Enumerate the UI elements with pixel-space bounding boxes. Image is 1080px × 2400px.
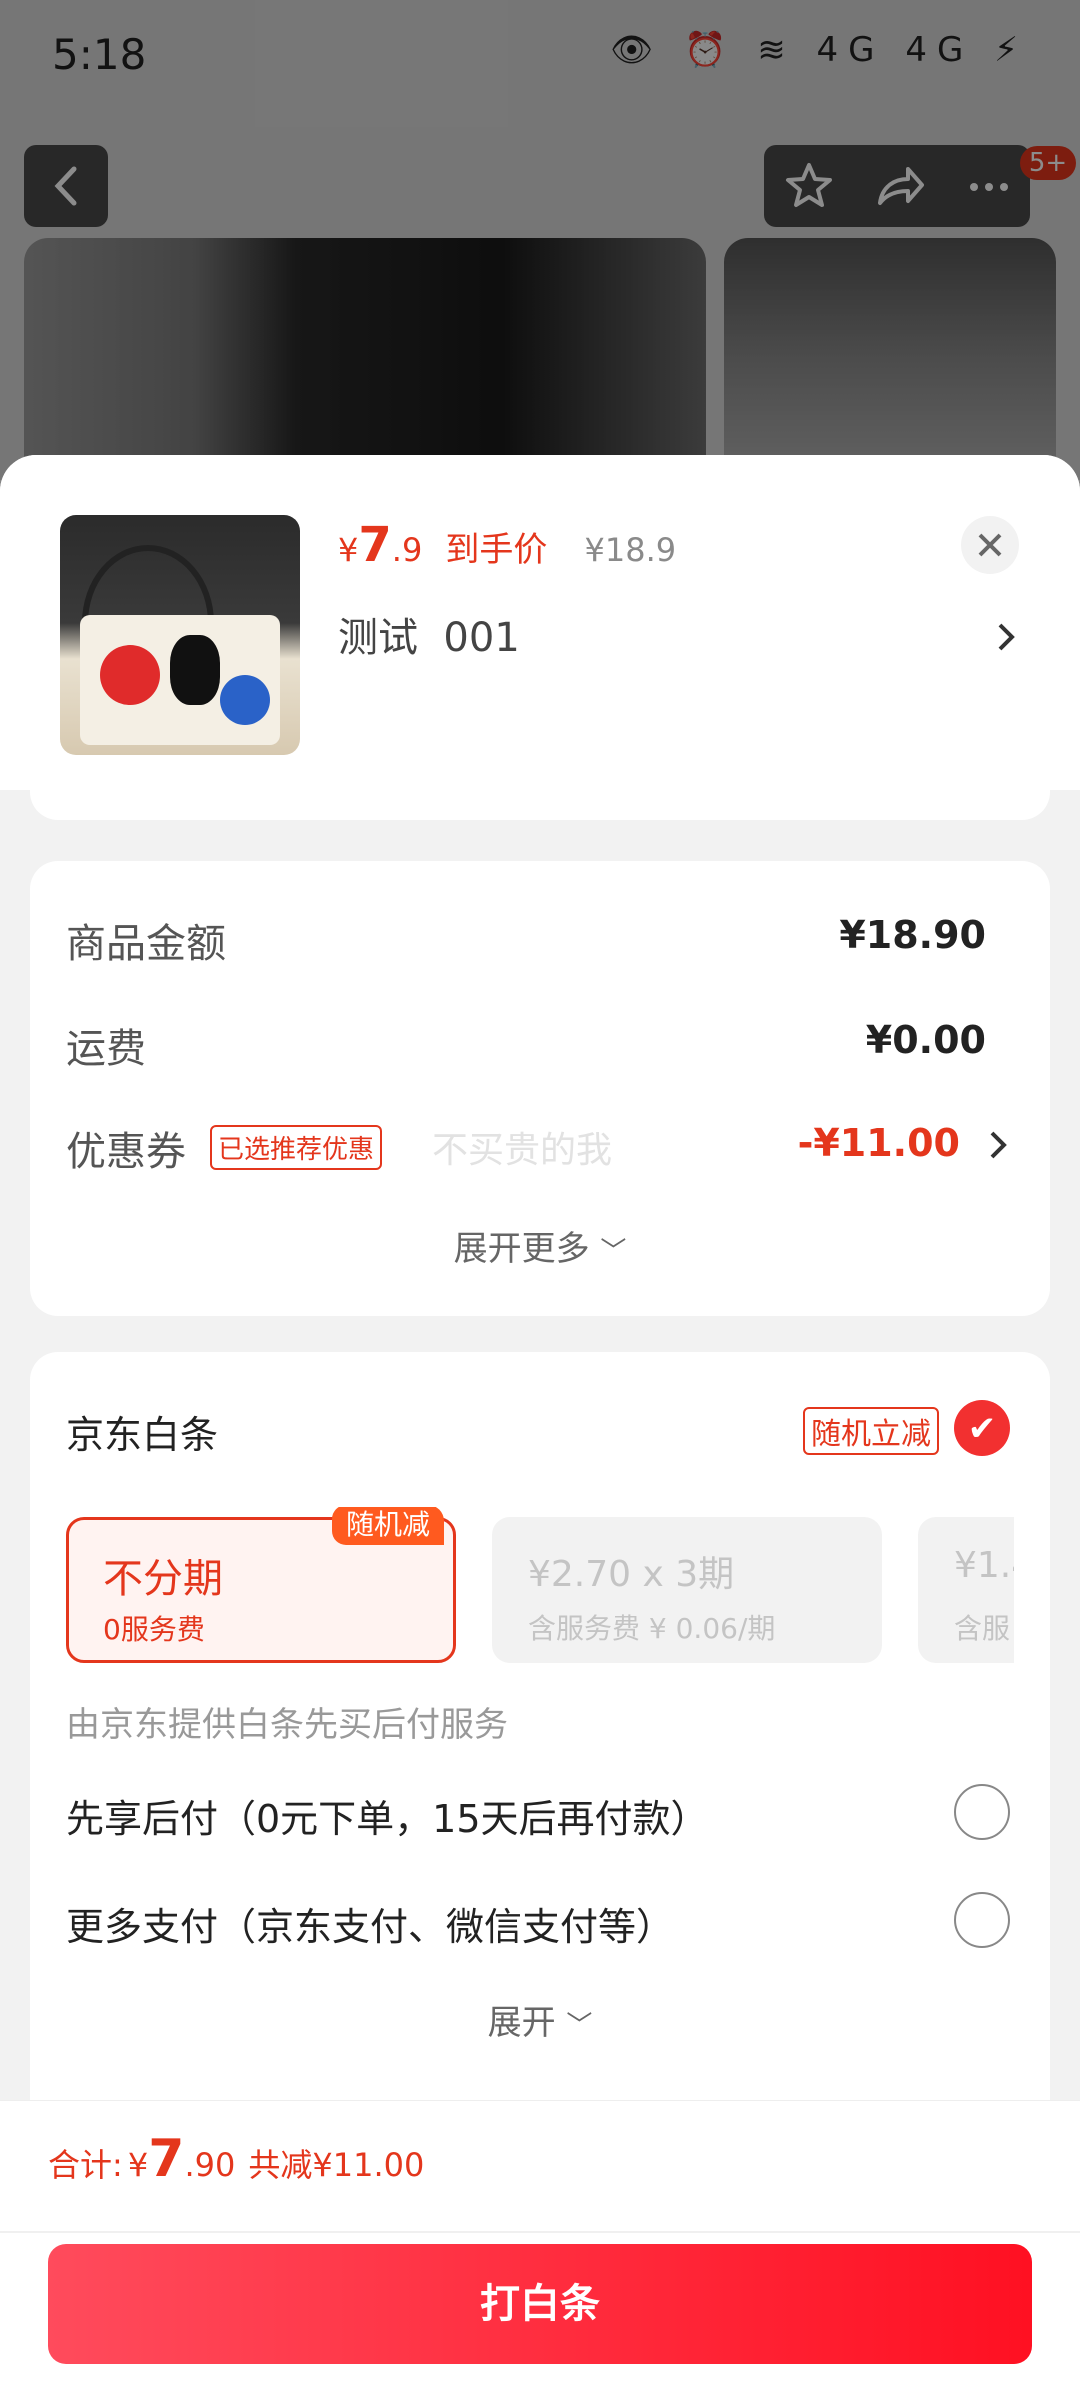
coupon-label: 优惠券 — [66, 1129, 186, 1175]
chevron-down-icon: ﹀ — [566, 2011, 593, 2041]
chevron-right-icon — [990, 1131, 1007, 1159]
shipping-label: 运费 — [66, 1026, 146, 1072]
plan-option-3-installments[interactable]: ¥2.70 x 3期 含服务费 ¥ 0.06/期 — [492, 1517, 882, 1663]
total-row: 合计: ¥7.90 共减¥11.00 — [48, 2129, 424, 2189]
provider-note: 由京东提供白条先买后付服务 — [66, 1705, 508, 1745]
price-summary-card: 商品金额 ¥18.90 运费 ¥0.00 优惠券 已选推荐优惠 不买贵的我 -¥… — [30, 861, 1050, 1316]
price-label: 到手价 — [445, 530, 548, 570]
chevron-right-icon[interactable] — [990, 617, 1020, 657]
price-decimal: .9 — [391, 531, 423, 569]
goods-amount-value: ¥18.90 — [839, 913, 986, 957]
expand-button[interactable]: 展开 ﹀ — [30, 1995, 1050, 2044]
plan-subtitle: 含服务费 ¥ 0.06/期 — [528, 1612, 776, 1645]
total-label: 合计: — [48, 2146, 123, 2184]
coupon-badge: 已选推荐优惠 — [210, 1125, 383, 1170]
coupon-hint: 不买贵的我 — [432, 1130, 613, 1171]
pay-option-later[interactable]: 先享后付（0元下单，15天后再付款） — [66, 1782, 1016, 1852]
product-price: ¥7.9 到手价 ¥18.9 — [338, 517, 676, 577]
plan-subtitle: 0服务费 — [103, 1613, 205, 1646]
total-saving: 共减¥11.00 — [248, 2146, 425, 2184]
shipping-value: ¥0.00 — [865, 1018, 986, 1062]
plan-title: 不分期 — [103, 1556, 223, 1602]
product-thumbnail[interactable] — [60, 515, 300, 755]
chevron-down-icon: ﹀ — [600, 1237, 627, 1267]
total-integer: 7 — [148, 2129, 185, 2189]
pay-baitiao-button[interactable]: 打白条 — [48, 2244, 1032, 2364]
plan-title: ¥2.70 x 3期 — [528, 1554, 735, 1595]
spacer-card — [30, 755, 1050, 820]
coupon-row[interactable]: 优惠券 已选推荐优惠 不买贵的我 -¥11.00 — [66, 1111, 1016, 1181]
plan-title: ¥1.4 — [954, 1545, 1014, 1586]
pay-option-later-radio[interactable] — [954, 1784, 1010, 1840]
pay-option-later-label: 先享后付（0元下单，15天后再付款） — [66, 1797, 709, 1841]
pay-option-more-radio[interactable] — [954, 1892, 1010, 1948]
plan-scroll[interactable]: 不分期 0服务费 随机减 ¥2.70 x 3期 含服务费 ¥ 0.06/期 ¥1… — [66, 1507, 1014, 1667]
checkout-sheet: ¥7.9 到手价 ¥18.9 测试 001 商品金额 ¥18.90 运费 ¥0.… — [0, 455, 1080, 2400]
pay-option-more[interactable]: 更多支付（京东支付、微信支付等） — [66, 1890, 1016, 1960]
original-price: ¥18.9 — [584, 531, 677, 569]
plan-tag: 随机减 — [332, 1507, 445, 1545]
total-decimal: .90 — [184, 2146, 236, 2184]
pay-option-more-label: 更多支付（京东支付、微信支付等） — [66, 1905, 675, 1949]
price-symbol: ¥ — [338, 531, 359, 569]
close-icon[interactable] — [960, 515, 1020, 575]
expand-more-label: 展开更多 — [453, 1229, 590, 1269]
coupon-value: -¥11.00 — [797, 1121, 960, 1165]
expand-more-button[interactable]: 展开更多 ﹀ — [30, 1221, 1050, 1270]
goods-amount-label: 商品金额 — [66, 921, 226, 967]
pay-button-label: 打白条 — [480, 2281, 600, 2327]
baitiao-checkbox[interactable]: ✔ — [954, 1400, 1010, 1456]
random-discount-badge: 随机立减 — [803, 1407, 939, 1455]
plan-subtitle: 含服 — [954, 1612, 1011, 1645]
product-name: 测试 001 — [338, 615, 520, 661]
checkout-footer: 合计: ¥7.90 共减¥11.00 打白条 — [0, 2100, 1080, 2400]
baitiao-label: 京东白条 — [66, 1413, 219, 1457]
expand-label: 展开 — [487, 2003, 556, 2043]
price-integer: 7 — [358, 517, 392, 573]
footer-divider — [0, 2231, 1080, 2233]
total-symbol: ¥ — [127, 2146, 149, 2184]
plan-option-more[interactable]: ¥1.4 含服 — [918, 1517, 1014, 1663]
